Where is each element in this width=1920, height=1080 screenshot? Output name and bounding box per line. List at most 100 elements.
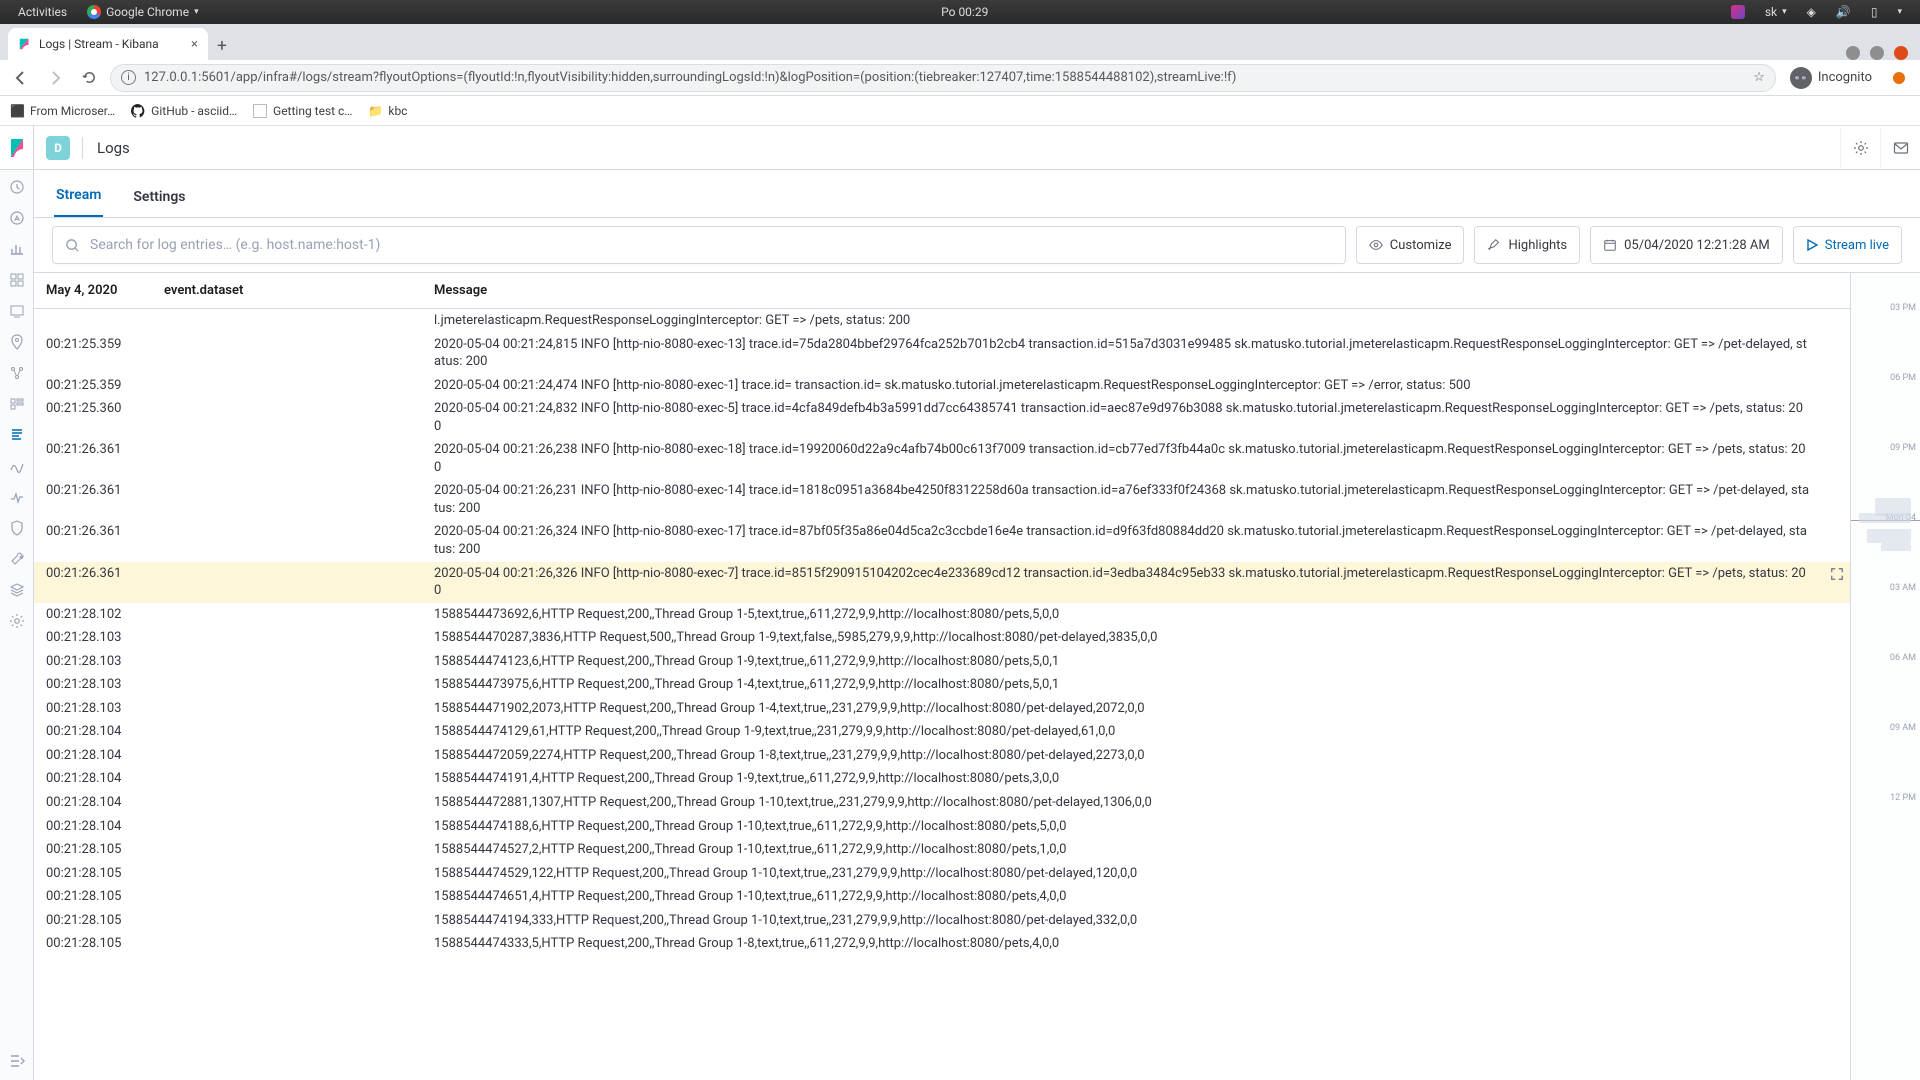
volume-icon[interactable]: 🔊 — [1826, 5, 1861, 19]
bookmark-folder[interactable]: 📁kbc — [368, 104, 407, 118]
sidebar-discover-icon[interactable] — [8, 209, 26, 227]
column-dataset[interactable]: event.dataset — [164, 283, 434, 298]
log-message: 2020-05-04 00:21:24,815 INFO [http-nio-8… — [434, 336, 1850, 371]
log-minimap[interactable]: 03 PM06 PM09 PMMon 0403 AM06 AM09 AM12 P… — [1850, 273, 1920, 1080]
sidebar-siem-icon[interactable] — [8, 519, 26, 537]
log-row[interactable]: 00:21:28.1051588544474333,5,HTTP Request… — [34, 932, 1850, 956]
log-row[interactable]: 00:21:26.3612020-05-04 00:21:26,231 INFO… — [34, 479, 1850, 520]
log-row[interactable]: 00:21:25.3592020-05-04 00:21:24,474 INFO… — [34, 374, 1850, 398]
column-date[interactable]: May 4, 2020 — [34, 283, 164, 298]
log-row[interactable]: 00:21:28.1021588544473692,6,HTTP Request… — [34, 603, 1850, 627]
log-row[interactable]: 00:21:28.1041588544472881,1307,HTTP Requ… — [34, 791, 1850, 815]
close-window-button[interactable] — [1894, 46, 1908, 60]
log-row[interactable]: 00:21:25.3592020-05-04 00:21:24,815 INFO… — [34, 333, 1850, 374]
log-message: 1588544474527,2,HTTP Request,200,,Thread… — [434, 841, 1850, 859]
incognito-indicator[interactable]: 👓 Incognito — [1784, 67, 1878, 89]
chevron-down-icon: ▾ — [1897, 7, 1902, 17]
tray-app-icon[interactable] — [1721, 5, 1755, 19]
stream-live-button[interactable]: Stream live — [1793, 226, 1902, 264]
minimize-button[interactable] — [1846, 46, 1860, 60]
network-icon[interactable]: ◈ — [1797, 5, 1826, 19]
sidebar-uptime-icon[interactable] — [8, 488, 26, 506]
search-placeholder: Search for log entries… (e.g. host.name:… — [90, 237, 380, 253]
log-row[interactable]: l.jmeterelasticapm.RequestResponseLoggin… — [34, 309, 1850, 333]
log-row[interactable]: 00:21:28.1041588544472059,2274,HTTP Requ… — [34, 744, 1850, 768]
back-button[interactable] — [8, 65, 34, 91]
highlights-button[interactable]: Highlights — [1474, 226, 1580, 264]
log-row[interactable]: 00:21:28.1031588544471902,2073,HTTP Requ… — [34, 697, 1850, 721]
sidebar-management-icon[interactable] — [8, 612, 26, 630]
log-dataset — [164, 700, 434, 718]
log-row[interactable]: 00:21:25.3602020-05-04 00:21:24,832 INFO… — [34, 397, 1850, 438]
sidebar-recent-icon[interactable] — [8, 178, 26, 196]
log-rows[interactable]: l.jmeterelasticapm.RequestResponseLoggin… — [34, 309, 1850, 1080]
log-message: 2020-05-04 00:21:26,326 INFO [http-nio-8… — [434, 565, 1850, 600]
maximize-button[interactable] — [1870, 46, 1884, 60]
browser-tab[interactable]: Logs | Stream - Kibana × — [8, 28, 208, 60]
system-menu[interactable]: ▾ — [1887, 7, 1912, 17]
log-row[interactable]: 00:21:28.1051588544474651,4,HTTP Request… — [34, 885, 1850, 909]
window-controls — [1846, 40, 1920, 60]
forward-button[interactable] — [42, 65, 68, 91]
log-row[interactable]: 00:21:28.1031588544473975,6,HTTP Request… — [34, 673, 1850, 697]
bookmark-item[interactable]: ⬛From Microser… — [10, 104, 115, 118]
expand-icon[interactable] — [1830, 567, 1844, 581]
lang-indicator[interactable]: sk▾ — [1755, 5, 1797, 19]
kibana-sidebar — [0, 170, 34, 1080]
settings-icon[interactable] — [1840, 128, 1880, 168]
sidebar-metrics-icon[interactable] — [8, 395, 26, 413]
site-info-icon[interactable]: i — [121, 70, 136, 85]
close-tab-icon[interactable]: × — [191, 37, 198, 52]
sidebar-devtools-icon[interactable] — [8, 550, 26, 568]
feedback-icon[interactable] — [1880, 128, 1920, 168]
log-dataset — [164, 935, 434, 953]
extension-recording-icon[interactable] — [1886, 65, 1912, 91]
log-row[interactable]: 00:21:26.3612020-05-04 00:21:26,324 INFO… — [34, 520, 1850, 561]
tab-settings[interactable]: Settings — [131, 189, 187, 217]
sidebar-ml-icon[interactable] — [8, 364, 26, 382]
bookmark-star-icon[interactable]: ☆ — [1753, 70, 1765, 85]
sidebar-maps-icon[interactable] — [8, 333, 26, 351]
space-selector[interactable]: D — [46, 136, 70, 160]
log-row[interactable]: 00:21:28.1051588544474529,122,HTTP Reque… — [34, 862, 1850, 886]
log-row[interactable]: 00:21:28.1051588544474527,2,HTTP Request… — [34, 838, 1850, 862]
sidebar-visualize-icon[interactable] — [8, 240, 26, 258]
bookmark-icon — [253, 104, 267, 118]
new-tab-button[interactable]: + — [208, 32, 236, 60]
log-message: 1588544471902,2073,HTTP Request,200,,Thr… — [434, 700, 1850, 718]
kibana-logo[interactable] — [0, 126, 34, 170]
customize-button[interactable]: Customize — [1356, 226, 1465, 264]
log-timestamp: 00:21:28.103 — [34, 676, 164, 694]
log-row[interactable]: 00:21:26.3612020-05-04 00:21:26,326 INFO… — [34, 562, 1850, 603]
log-row[interactable]: 00:21:28.1051588544474194,333,HTTP Reque… — [34, 909, 1850, 933]
date-picker[interactable]: 05/04/2020 12:21:28 AM — [1590, 226, 1783, 264]
tab-stream[interactable]: Stream — [54, 187, 103, 217]
log-dataset — [164, 653, 434, 671]
log-row[interactable]: 00:21:28.1041588544474191,4,HTTP Request… — [34, 767, 1850, 791]
battery-icon[interactable]: ▯ — [1861, 5, 1888, 19]
address-field[interactable]: i 127.0.0.1:5601/app/infra#/logs/stream?… — [110, 64, 1776, 92]
clock[interactable]: Po 00:29 — [931, 5, 998, 19]
tab-title: Logs | Stream - Kibana — [39, 37, 159, 51]
bookmark-item[interactable]: Getting test c… — [253, 104, 352, 118]
activities-menu[interactable]: Activities — [8, 5, 77, 19]
log-row[interactable]: 00:21:28.1041588544474188,6,HTTP Request… — [34, 815, 1850, 839]
active-app[interactable]: Google Chrome ▾ — [77, 5, 209, 19]
sidebar-expand-icon[interactable] — [8, 1052, 26, 1070]
log-row[interactable]: 00:21:28.1031588544470287,3836,HTTP Requ… — [34, 626, 1850, 650]
url-text: 127.0.0.1:5601/app/infra#/logs/stream?fl… — [144, 70, 1236, 85]
log-row[interactable]: 00:21:28.1041588544474129,61,HTTP Reques… — [34, 720, 1850, 744]
sidebar-apm-icon[interactable] — [8, 457, 26, 475]
incognito-label: Incognito — [1818, 70, 1872, 85]
date-label: 05/04/2020 12:21:28 AM — [1624, 238, 1770, 253]
sidebar-logs-icon[interactable] — [8, 426, 26, 444]
bookmark-item[interactable]: GitHub - asciid… — [131, 104, 237, 118]
sidebar-stack-icon[interactable] — [8, 581, 26, 599]
column-message[interactable]: Message — [434, 283, 1850, 298]
sidebar-canvas-icon[interactable] — [8, 302, 26, 320]
log-row[interactable]: 00:21:26.3612020-05-04 00:21:26,238 INFO… — [34, 438, 1850, 479]
sidebar-dashboard-icon[interactable] — [8, 271, 26, 289]
log-row[interactable]: 00:21:28.1031588544474123,6,HTTP Request… — [34, 650, 1850, 674]
reload-button[interactable] — [76, 65, 102, 91]
search-input[interactable]: Search for log entries… (e.g. host.name:… — [52, 226, 1346, 264]
